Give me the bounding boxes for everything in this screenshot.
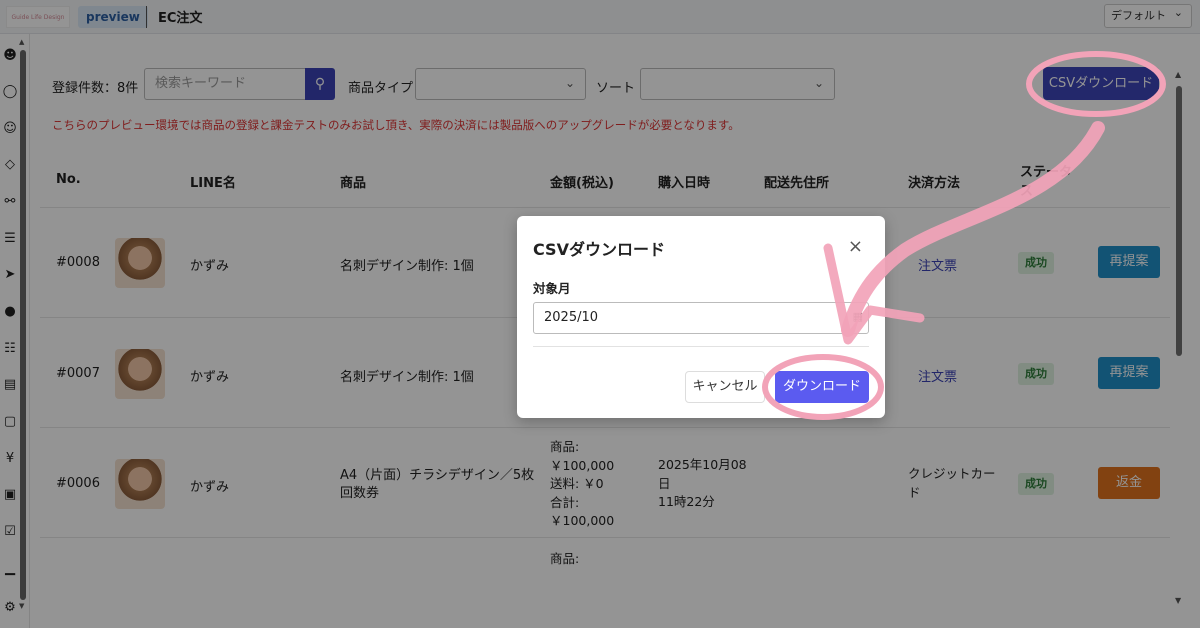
csv-download-dialog: CSVダウンロード × 対象月 2025/10 ▦ キャンセル ダウンロード (517, 216, 885, 418)
calendar-icon[interactable]: ▦ (853, 310, 863, 323)
dialog-divider (533, 346, 869, 347)
target-month-input[interactable]: 2025/10 (533, 302, 869, 334)
dialog-title: CSVダウンロード (533, 240, 665, 259)
target-month-label: 対象月 (533, 281, 571, 296)
close-icon[interactable]: × (848, 236, 863, 257)
cancel-button[interactable]: キャンセル (685, 371, 765, 403)
download-button[interactable]: ダウンロード (775, 371, 869, 403)
